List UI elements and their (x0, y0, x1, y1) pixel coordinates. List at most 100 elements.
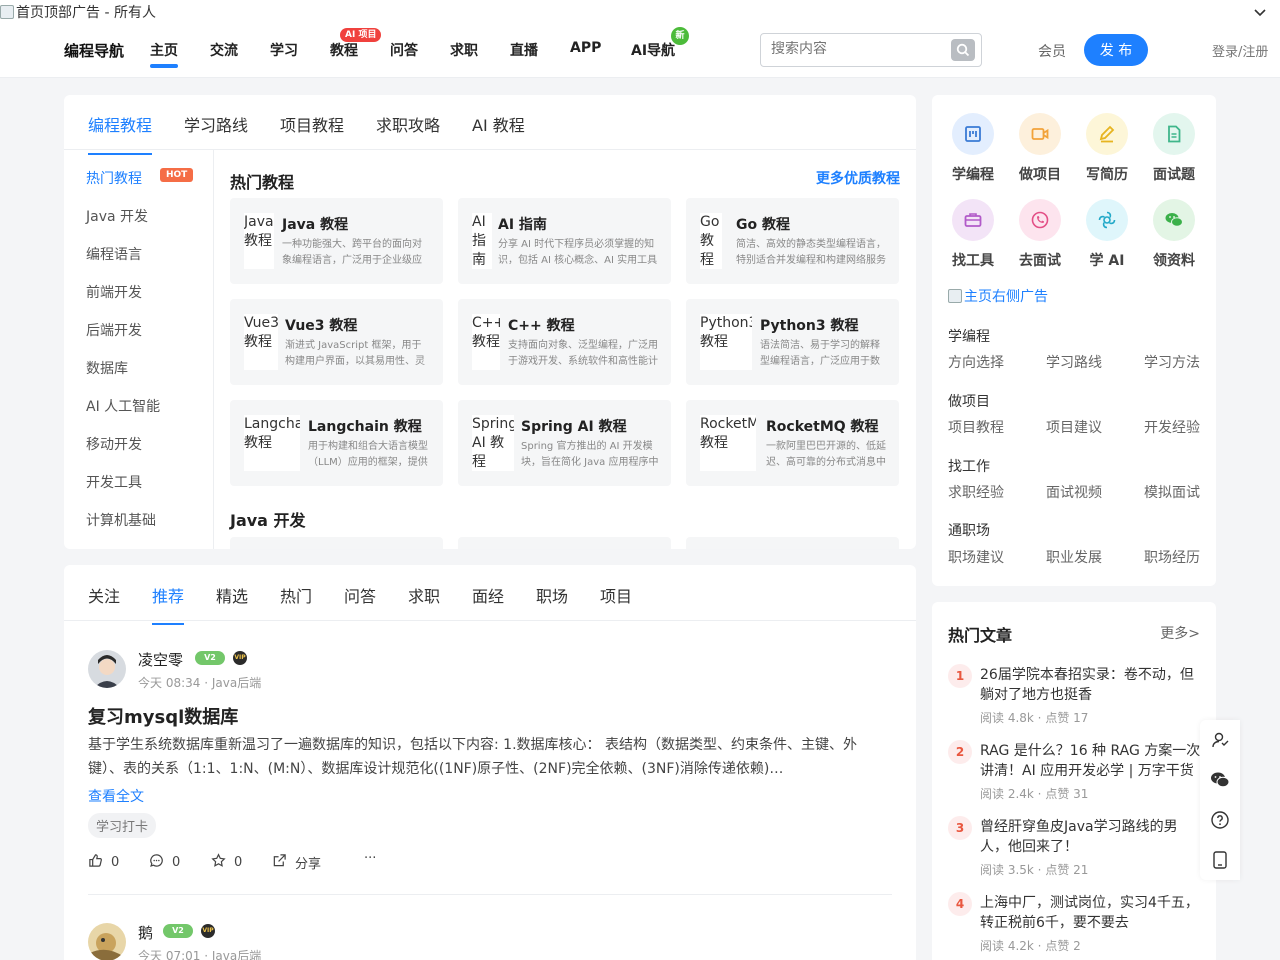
feed-tab-hot[interactable]: 热门 (280, 583, 312, 607)
more-options-button[interactable]: ··· (364, 851, 376, 866)
feed-tab-workplace[interactable]: 职场 (536, 583, 568, 607)
right-ad-banner[interactable]: 主页右侧广告 (948, 286, 1048, 306)
group-link[interactable]: 学习方法 (1144, 352, 1200, 372)
group-link[interactable]: 学习路线 (1046, 352, 1102, 372)
top-ad-banner[interactable]: 首页顶部广告 - 所有人 (0, 2, 156, 22)
sidebar-item-devtools[interactable]: 开发工具 (86, 472, 142, 492)
group-link[interactable]: 职业发展 (1046, 547, 1102, 567)
hot-more-link[interactable]: 更多> (1160, 623, 1200, 643)
feed-tab-jobs[interactable]: 求职 (408, 583, 440, 607)
nav-learn[interactable]: 学习 (270, 40, 298, 60)
sidebar-item-database[interactable]: 数据库 (86, 358, 128, 378)
author-name[interactable]: 鹅 (138, 922, 153, 943)
tutorial-card-go[interactable]: Go 教程 Go 教程 简洁、高效的静态类型编程语言，特别适合并发编程和构建网络… (686, 198, 899, 284)
pen-icon[interactable] (1086, 113, 1128, 155)
quick-nav-label[interactable]: 写简历 (1072, 164, 1142, 184)
doc-icon[interactable] (1153, 113, 1195, 155)
quick-nav-label[interactable]: 去面试 (1005, 250, 1075, 270)
hot-article-title[interactable]: 26届学院本春招实录：卷不动，但躺对了地方也挺香 (980, 665, 1202, 705)
group-link[interactable]: 职场建议 (948, 547, 1004, 567)
customer-service-icon[interactable] (1210, 730, 1230, 750)
search-icon[interactable] (951, 39, 975, 61)
quick-nav-label[interactable]: 领资料 (1139, 250, 1209, 270)
comment-button[interactable]: 0 (149, 853, 180, 872)
help-icon[interactable] (1210, 810, 1230, 830)
group-link[interactable]: 开发经验 (1144, 417, 1200, 437)
tutorial-card-langchain[interactable]: Langchain 教程 Langchain 教程 用于构建和组合大语言模型（L… (230, 400, 443, 486)
quick-nav-label[interactable]: 学编程 (938, 164, 1008, 184)
tutorial-card-placeholder[interactable] (230, 537, 443, 549)
mobile-app-icon[interactable] (1210, 850, 1230, 870)
share-button[interactable]: 分享 (272, 853, 321, 872)
nav-community[interactable]: 交流 (210, 40, 238, 60)
chevron-down-icon[interactable] (1254, 6, 1266, 20)
wechat-icon[interactable] (1210, 770, 1230, 790)
tutorial-card-vue3[interactable]: Vue3 教程 Vue3 教程 渐进式 JavaScript 框架，用于构建用户… (230, 299, 443, 385)
video-icon[interactable] (1019, 113, 1061, 155)
sidebar-item-cs-basics[interactable]: 计算机基础 (86, 510, 156, 530)
sidebar-item-hot[interactable]: 热门教程 (86, 168, 142, 188)
tutorial-card-rocketmq[interactable]: RocketMQ 教程 RocketMQ 教程 一款阿里巴巴开源的、低延迟、高可… (686, 400, 899, 486)
nav-home[interactable]: 主页 (150, 40, 178, 68)
feed-tab-interviews[interactable]: 面经 (472, 583, 504, 607)
tutorial-card-ai-guide[interactable]: AI 指南 AI 指南 分享 AI 时代下程序员必须掌握的知识，包括 AI 核心… (458, 198, 671, 284)
more-tutorials-link[interactable]: 更多优质教程 (816, 168, 900, 188)
feed-tab-following[interactable]: 关注 (88, 583, 120, 607)
group-link[interactable]: 面试视频 (1046, 482, 1102, 502)
avatar[interactable] (88, 923, 126, 960)
nav-ai-navigation[interactable]: AI导航 (631, 40, 675, 60)
nav-live[interactable]: 直播 (510, 40, 538, 60)
board-icon[interactable] (952, 113, 994, 155)
tutorial-card-placeholder[interactable] (458, 537, 671, 549)
group-link[interactable]: 项目建议 (1046, 417, 1102, 437)
feed-tab-qa[interactable]: 问答 (344, 583, 376, 607)
phone-icon[interactable] (1019, 199, 1061, 241)
tab-programming-tutorials[interactable]: 编程教程 (88, 112, 153, 155)
sidebar-item-languages[interactable]: 编程语言 (86, 244, 142, 264)
post-title[interactable]: 复习mysql数据库 (88, 703, 238, 729)
login-register-link[interactable]: 登录/注册 (1212, 41, 1268, 60)
sidebar-item-frontend[interactable]: 前端开发 (86, 282, 142, 302)
quick-nav-label[interactable]: 学 AI (1072, 250, 1142, 270)
group-link[interactable]: 求职经验 (948, 482, 1004, 502)
nav-tutorial[interactable]: 教程 (330, 40, 358, 60)
group-link[interactable]: 模拟面试 (1144, 482, 1200, 502)
like-button[interactable]: 0 (88, 853, 119, 872)
hot-article-title[interactable]: 曾经肝穿鱼皮Java学习路线的男人，他回来了！ (980, 817, 1202, 857)
tab-job-guides[interactable]: 求职攻略 (376, 112, 440, 136)
quick-nav-label[interactable]: 做项目 (1005, 164, 1075, 184)
group-link[interactable]: 方向选择 (948, 352, 1004, 372)
ai-icon[interactable] (1086, 199, 1128, 241)
feed-tab-recommended[interactable]: 推荐 (152, 583, 185, 625)
toolbox-icon[interactable] (952, 199, 994, 241)
wechat-icon[interactable] (1153, 199, 1195, 241)
post-category[interactable]: Java后端 (212, 949, 261, 960)
sidebar-item-ai[interactable]: AI 人工智能 (86, 396, 160, 416)
hot-article-title[interactable]: RAG 是什么？16 种 RAG 方案一次讲清！AI 应用开发必学 | 万字干货 (980, 741, 1202, 781)
nav-qa[interactable]: 问答 (390, 40, 418, 60)
group-link[interactable]: 职场经历 (1144, 547, 1200, 567)
quick-nav-label[interactable]: 面试题 (1139, 164, 1209, 184)
site-logo[interactable]: 编程导航 (64, 40, 124, 61)
feed-tab-projects[interactable]: 项目 (600, 583, 632, 607)
nav-app[interactable]: APP (570, 40, 601, 56)
nav-jobs[interactable]: 求职 (450, 40, 478, 60)
post-tag[interactable]: 学习打卡 (88, 813, 157, 838)
tutorial-card-spring-ai[interactable]: Spring AI 教程 Spring AI 教程 Spring 官方推出的 A… (458, 400, 671, 486)
favorite-button[interactable]: 0 (211, 853, 242, 872)
group-link[interactable]: 项目教程 (948, 417, 1004, 437)
quick-nav-label[interactable]: 找工具 (938, 250, 1008, 270)
author-name[interactable]: 凌空零 (138, 649, 183, 670)
read-more-link[interactable]: 查看全文 (88, 786, 144, 806)
tab-ai-tutorials[interactable]: AI 教程 (472, 112, 525, 136)
tutorial-card-java[interactable]: Java 教程 Java 教程 一种功能强大、跨平台的面向对象编程语言，广泛用于… (230, 198, 443, 284)
avatar[interactable] (88, 650, 126, 688)
tab-project-tutorials[interactable]: 项目教程 (280, 112, 344, 136)
hot-article-title[interactable]: 上海中厂，测试岗位，实习4千五，转正税前6千，要不要去 (980, 893, 1202, 933)
tutorial-card-python3[interactable]: Python3 教程 Python3 教程 语法简洁、易于学习的解释型编程语言，… (686, 299, 899, 385)
tab-learning-paths[interactable]: 学习路线 (184, 112, 248, 136)
post-category[interactable]: Java后端 (212, 676, 261, 690)
tutorial-card-placeholder[interactable] (686, 537, 899, 549)
sidebar-item-backend[interactable]: 后端开发 (86, 320, 142, 340)
sidebar-item-mobile[interactable]: 移动开发 (86, 434, 142, 454)
